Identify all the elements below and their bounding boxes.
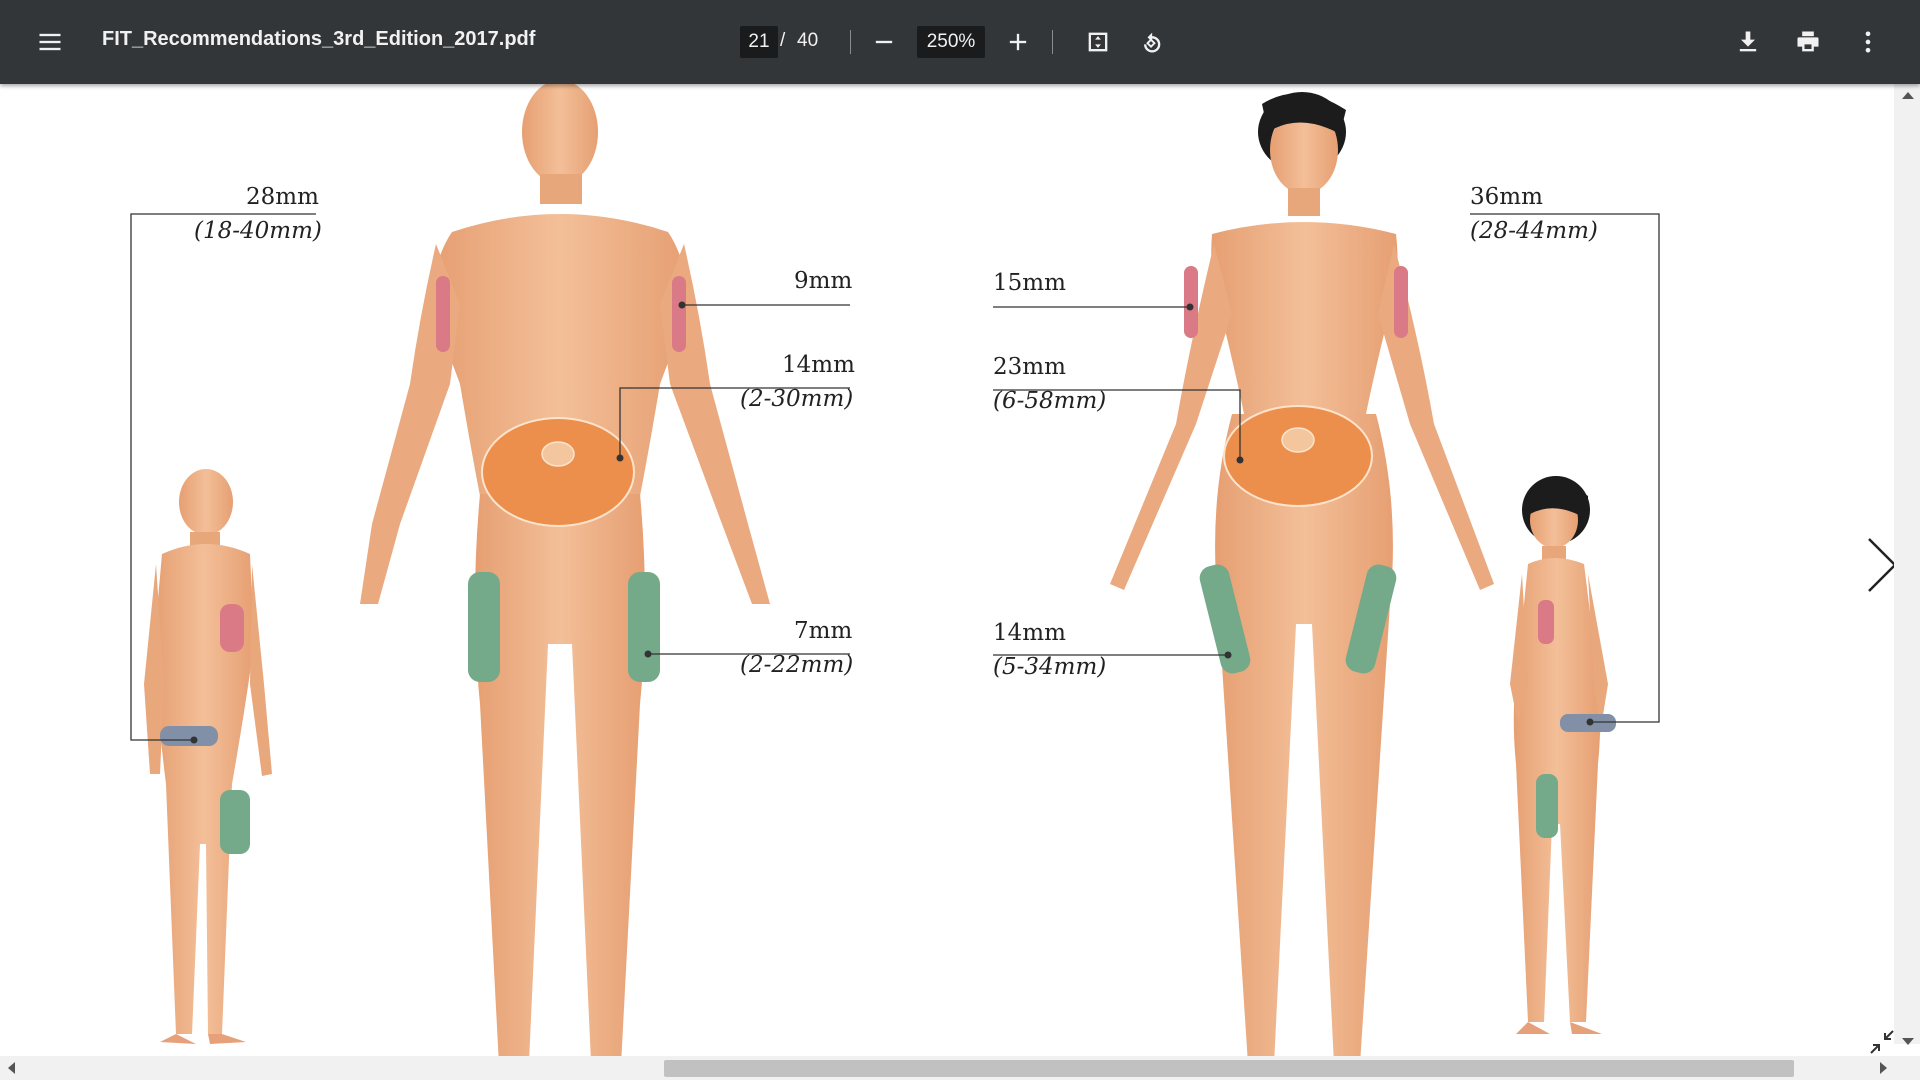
male-buttock-value: 28mm bbox=[246, 184, 319, 210]
vertical-scrollbar[interactable] bbox=[1894, 84, 1920, 1044]
page-separator: / bbox=[780, 30, 786, 51]
back-arm-zone bbox=[220, 604, 244, 652]
zoom-out-button[interactable] bbox=[860, 18, 908, 66]
print-icon bbox=[1797, 31, 1819, 52]
pdf-toolbar: FIT_Recommendations_3rd_Edition_2017.pdf… bbox=[0, 0, 1920, 84]
male-front-figure bbox=[360, 84, 770, 1056]
female-buttock-range: (28-44mm) bbox=[1470, 218, 1598, 244]
female-arm-zone-right bbox=[1394, 266, 1408, 338]
toolbar-divider bbox=[1052, 30, 1053, 54]
male-thigh-value: 7mm bbox=[794, 618, 853, 644]
horizontal-scrollbar-thumb[interactable] bbox=[664, 1060, 1794, 1077]
male-buttock-range: (18-40mm) bbox=[194, 218, 322, 244]
more-actions-button[interactable] bbox=[1844, 18, 1892, 66]
male-thigh-zone-left bbox=[468, 572, 500, 682]
fit-to-page-button[interactable] bbox=[1074, 18, 1122, 66]
scroll-right-arrow-icon[interactable] bbox=[1880, 1062, 1887, 1074]
male-abdomen-zone bbox=[481, 417, 635, 527]
female-abdomen-zone bbox=[1223, 405, 1373, 507]
female-arm-zone-left bbox=[1184, 266, 1198, 338]
hamburger-menu-icon[interactable] bbox=[26, 18, 74, 66]
total-pages: 40 bbox=[797, 30, 819, 51]
female-back-figure bbox=[1510, 476, 1616, 1034]
scroll-down-arrow-icon[interactable] bbox=[1902, 1038, 1914, 1045]
female-back-arm-zone bbox=[1538, 600, 1554, 644]
female-abdomen-value: 23mm bbox=[993, 354, 1066, 380]
download-button[interactable] bbox=[1724, 18, 1772, 66]
plus-icon bbox=[1009, 33, 1027, 51]
download-icon bbox=[1739, 31, 1757, 52]
female-buttock-value: 36mm bbox=[1470, 184, 1543, 210]
pdf-viewer: 28mm (18-40mm) 9mm 14mm (2-30mm) 7mm (2-… bbox=[0, 84, 1920, 1080]
female-thigh-range: (5-34mm) bbox=[993, 654, 1107, 680]
minus-icon bbox=[875, 40, 893, 44]
male-arm-value: 9mm bbox=[794, 268, 853, 294]
zoom-level-input[interactable]: 250% bbox=[917, 26, 985, 58]
rotate-counterclockwise-icon bbox=[1144, 32, 1161, 53]
female-back-thigh-zone bbox=[1536, 774, 1558, 838]
leader-lines bbox=[130, 213, 1660, 741]
print-button[interactable] bbox=[1784, 18, 1832, 66]
back-buttock-zone bbox=[160, 726, 218, 746]
toolbar-divider bbox=[850, 30, 851, 54]
male-thigh-range: (2-22mm) bbox=[740, 652, 854, 678]
male-thigh-zone-right bbox=[628, 572, 660, 682]
rotate-button[interactable] bbox=[1127, 18, 1175, 66]
scroll-up-arrow-icon[interactable] bbox=[1902, 92, 1914, 99]
male-back-figure bbox=[144, 469, 272, 1044]
back-thigh-zone bbox=[220, 790, 250, 854]
fit-to-page-icon bbox=[1088, 32, 1108, 52]
collapse-arrows-icon bbox=[1870, 1030, 1894, 1054]
scroll-left-arrow-icon[interactable] bbox=[8, 1062, 15, 1074]
female-thigh-value: 14mm bbox=[993, 620, 1066, 646]
male-abdomen-value: 14mm bbox=[782, 352, 855, 378]
more-vertical-icon bbox=[1865, 31, 1871, 53]
zoom-in-button[interactable] bbox=[994, 18, 1042, 66]
female-arm-value: 15mm bbox=[993, 270, 1066, 296]
male-arm-zone-left bbox=[436, 276, 450, 352]
document-title: FIT_Recommendations_3rd_Edition_2017.pdf bbox=[102, 28, 536, 50]
male-arm-zone-right bbox=[672, 276, 686, 352]
male-abdomen-range: (2-30mm) bbox=[740, 386, 854, 412]
female-front-figure bbox=[1110, 92, 1494, 1056]
female-abdomen-range: (6-58mm) bbox=[993, 388, 1107, 414]
current-page-input[interactable]: 21 bbox=[740, 26, 778, 58]
collapse-button[interactable] bbox=[1864, 1024, 1900, 1060]
